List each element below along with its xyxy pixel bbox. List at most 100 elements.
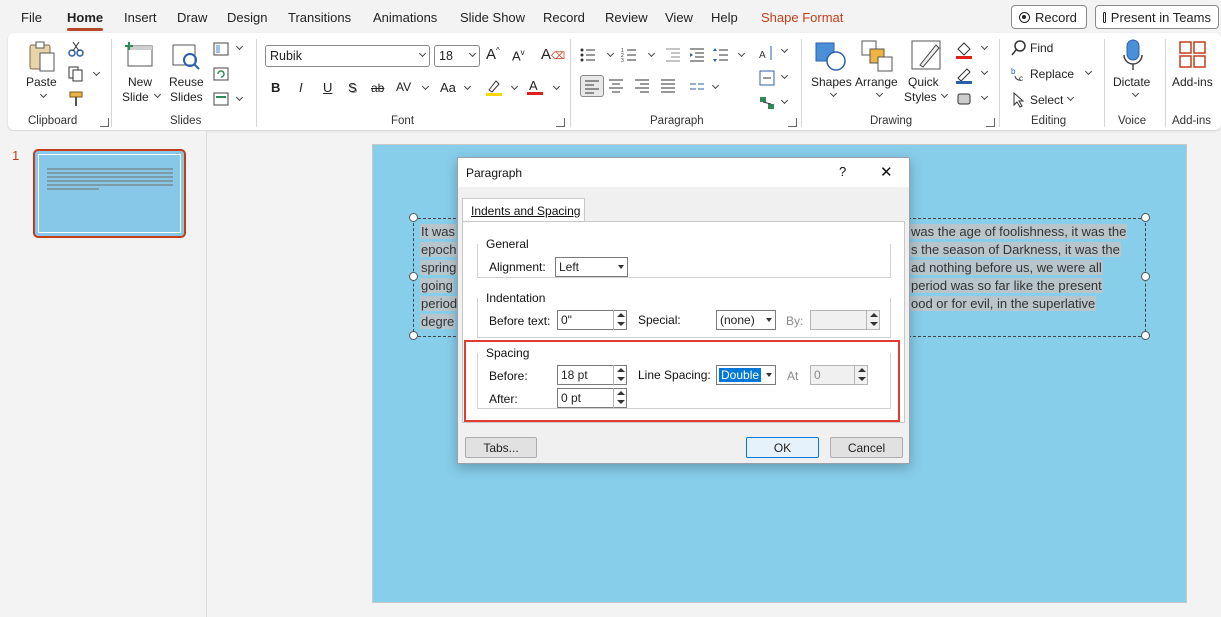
change-case-button[interactable]: Aa <box>440 80 456 95</box>
font-size-dropdown-icon[interactable] <box>468 49 477 58</box>
tab-transitions[interactable]: Transitions <box>288 10 351 25</box>
copy-dropdown-icon[interactable] <box>92 68 101 77</box>
microphone-icon[interactable] <box>1122 39 1144 73</box>
tab-design[interactable]: Design <box>227 10 267 25</box>
decrease-font-size-icon[interactable]: Av <box>512 48 525 63</box>
tabs-button[interactable]: Tabs... <box>465 437 537 458</box>
addins-icon[interactable] <box>1178 39 1208 71</box>
bullets-dropdown-icon[interactable] <box>606 49 615 58</box>
smartart-dropdown-icon[interactable] <box>780 96 789 105</box>
font-color-icon[interactable]: A <box>526 78 544 96</box>
reuse-slides-label-1[interactable]: Reuse <box>169 75 204 89</box>
select-icon[interactable] <box>1011 91 1027 108</box>
find-button[interactable]: Find <box>1030 41 1053 55</box>
section-dropdown-icon[interactable] <box>235 93 244 102</box>
arrange-dropdown-icon[interactable] <box>875 89 884 98</box>
text-direction-icon[interactable]: A <box>759 44 775 61</box>
ok-button[interactable]: OK <box>746 437 819 458</box>
shape-effects-dropdown-icon[interactable] <box>980 92 989 101</box>
paste-dropdown-icon[interactable] <box>39 90 48 99</box>
align-text-dropdown-icon[interactable] <box>780 71 789 80</box>
resize-handle-bottom-right[interactable] <box>1141 331 1150 340</box>
record-button[interactable]: Record <box>1011 5 1087 29</box>
align-right-icon[interactable] <box>634 78 650 94</box>
resize-handle-middle-left[interactable] <box>409 272 418 281</box>
dictate-dropdown-icon[interactable] <box>1131 89 1140 98</box>
font-size-combobox[interactable]: 18 <box>434 45 480 67</box>
align-center-icon[interactable] <box>608 78 624 94</box>
align-left-button[interactable] <box>580 75 604 97</box>
numbering-dropdown-icon[interactable] <box>647 49 656 58</box>
cut-icon[interactable] <box>68 41 84 57</box>
format-painter-icon[interactable] <box>68 91 84 107</box>
slide-thumbnail[interactable] <box>33 149 186 238</box>
shape-outline-icon[interactable] <box>955 66 972 84</box>
numbering-icon[interactable]: 123 <box>621 47 637 64</box>
present-in-teams-button[interactable]: Present in Teams <box>1095 5 1219 29</box>
line-spacing-icon[interactable] <box>713 47 729 63</box>
columns-dropdown-icon[interactable] <box>711 81 720 90</box>
underline-button[interactable]: U <box>323 80 332 95</box>
by-spinner[interactable] <box>866 310 880 330</box>
select-button[interactable]: Select <box>1030 93 1063 107</box>
close-button[interactable]: ✕ <box>880 163 893 181</box>
character-spacing-button[interactable]: AV <box>396 80 411 94</box>
new-slide-dropdown-icon[interactable] <box>153 90 162 99</box>
shape-fill-dropdown-icon[interactable] <box>980 42 989 51</box>
font-launcher-icon[interactable] <box>556 118 565 127</box>
text-direction-dropdown-icon[interactable] <box>780 45 789 54</box>
highlight-dropdown-icon[interactable] <box>510 82 519 91</box>
tab-review[interactable]: Review <box>605 10 648 25</box>
replace-dropdown-icon[interactable] <box>1084 67 1093 76</box>
clear-formatting-icon[interactable]: A⌫ <box>541 46 565 63</box>
tab-record[interactable]: Record <box>543 10 585 25</box>
alignment-dropdown-icon[interactable] <box>615 257 627 277</box>
arrange-label[interactable]: Arrange <box>855 75 898 89</box>
shape-effects-icon[interactable] <box>955 91 971 107</box>
arrange-icon[interactable] <box>860 39 894 73</box>
paste-label[interactable]: Paste <box>26 75 57 89</box>
tab-view[interactable]: View <box>665 10 693 25</box>
section-icon[interactable] <box>213 91 229 107</box>
tab-indents-and-spacing[interactable]: Indents and Spacing <box>462 198 585 222</box>
before-text-spinner[interactable] <box>613 310 627 330</box>
increase-font-size-icon[interactable]: A^ <box>486 46 500 63</box>
special-dropdown-icon[interactable] <box>763 310 775 330</box>
replace-button[interactable]: Replace <box>1030 67 1074 81</box>
quick-styles-dropdown-icon[interactable] <box>940 90 949 99</box>
tab-draw[interactable]: Draw <box>177 10 207 25</box>
tab-shape-format[interactable]: Shape Format <box>761 10 843 25</box>
layout-dropdown-icon[interactable] <box>235 42 244 51</box>
strikethrough-button[interactable]: ab <box>371 81 384 95</box>
shape-fill-icon[interactable] <box>955 41 972 59</box>
find-icon[interactable] <box>1011 40 1027 56</box>
increase-indent-icon[interactable] <box>689 47 705 63</box>
align-text-icon[interactable] <box>759 70 775 86</box>
highlight-icon[interactable] <box>485 79 502 96</box>
resize-handle-bottom-left[interactable] <box>409 331 418 340</box>
character-spacing-dropdown-icon[interactable] <box>421 82 430 91</box>
italic-button[interactable]: I <box>299 80 303 95</box>
shapes-dropdown-icon[interactable] <box>829 89 838 98</box>
cancel-button[interactable]: Cancel <box>830 437 903 458</box>
line-spacing-dropdown-icon[interactable] <box>737 49 746 58</box>
shape-outline-dropdown-icon[interactable] <box>980 67 989 76</box>
shapes-icon[interactable] <box>814 39 848 73</box>
change-case-dropdown-icon[interactable] <box>463 82 472 91</box>
resize-handle-top-right[interactable] <box>1141 213 1150 222</box>
bold-button[interactable]: B <box>271 80 280 95</box>
clipboard-launcher-icon[interactable] <box>100 118 109 127</box>
select-dropdown-icon[interactable] <box>1066 93 1075 102</box>
paste-icon[interactable] <box>28 41 56 73</box>
reuse-slides-icon[interactable] <box>171 41 201 71</box>
resize-handle-middle-right[interactable] <box>1141 272 1150 281</box>
tab-animations[interactable]: Animations <box>373 10 437 25</box>
quick-styles-label-1[interactable]: Quick <box>908 75 939 89</box>
help-button[interactable]: ? <box>839 164 846 179</box>
justify-icon[interactable] <box>660 78 676 94</box>
addins-button-label[interactable]: Add-ins <box>1172 75 1213 89</box>
tab-file[interactable]: File <box>21 10 42 25</box>
quick-styles-label-2[interactable]: Styles <box>904 90 937 104</box>
text-shadow-button[interactable]: S <box>348 80 357 95</box>
font-name-combobox[interactable]: Rubik <box>265 45 430 67</box>
